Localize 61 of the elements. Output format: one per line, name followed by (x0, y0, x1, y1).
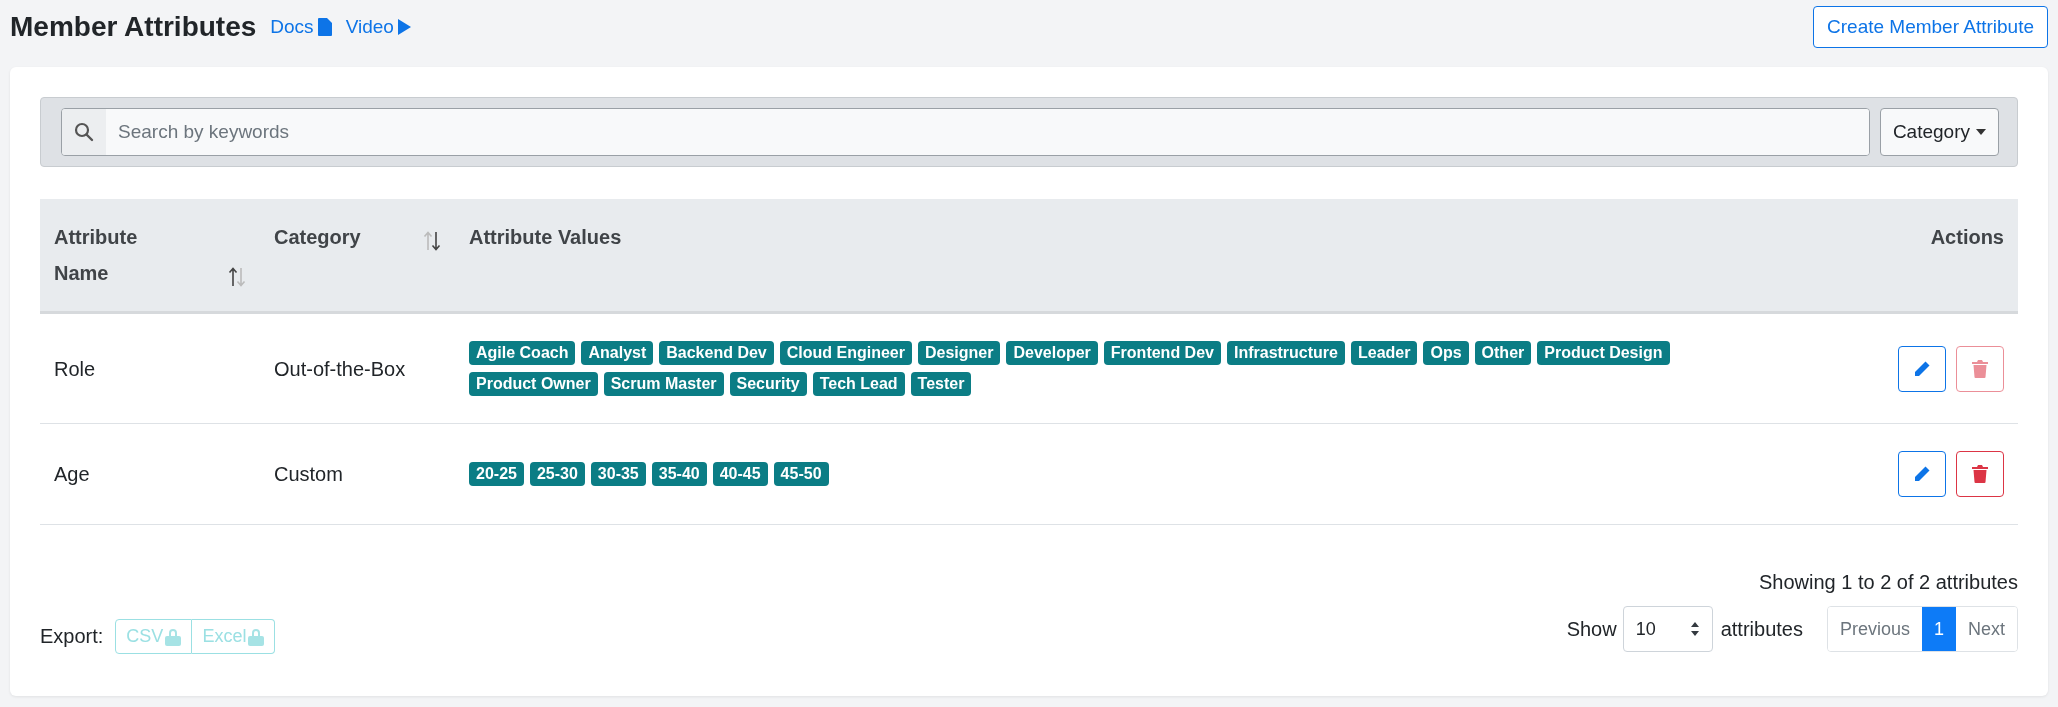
search-field[interactable]: Search by keywords (61, 108, 1870, 156)
sort-icon[interactable] (228, 267, 246, 287)
column-title: Category (274, 225, 361, 250)
value-badge: Cloud Engineer (779, 341, 912, 365)
page-size-suffix: attributes (1720, 617, 1803, 641)
value-badge: 20-25 (469, 462, 524, 486)
value-badge: Security (729, 372, 807, 396)
value-badge: Leader (1351, 341, 1418, 365)
table-cell: Role (40, 312, 260, 424)
value-badge: 25-30 (529, 462, 585, 486)
page-size-select[interactable]: 10 (1622, 606, 1713, 652)
play-icon (397, 19, 411, 35)
column-header: Attribute Values (455, 199, 1868, 313)
value-badge: Designer (918, 341, 1001, 365)
page-button[interactable]: 1 (1921, 607, 1956, 651)
trash-icon (1972, 465, 1988, 483)
value-badge: Tech Lead (812, 372, 905, 396)
value-badge: Other (1474, 341, 1532, 365)
column-header[interactable]: Category (260, 199, 455, 313)
edit-button[interactable] (1898, 451, 1946, 497)
sort-icon[interactable] (423, 231, 441, 251)
document-icon (317, 18, 332, 36)
value-badge: 40-45 (712, 462, 768, 486)
pencil-icon (1913, 465, 1931, 483)
search-icon (74, 122, 94, 142)
category-dropdown[interactable]: Category (1879, 108, 1999, 156)
value-badge: Analyst (581, 341, 654, 365)
show-label: Show (1566, 617, 1617, 641)
value-badge: Product Owner (469, 372, 598, 396)
delete-button[interactable] (1956, 451, 2004, 497)
value-badge: Ops (1423, 341, 1469, 365)
caret-icon (1976, 129, 1986, 135)
export-label: Export: (40, 625, 104, 648)
lock-icon (165, 627, 182, 646)
table-cell: Out-of-the-Box (260, 312, 455, 424)
edit-button[interactable] (1898, 345, 1946, 392)
trash-icon (1972, 359, 1988, 378)
value-badge: Developer (1006, 341, 1098, 365)
table-cell: Age (40, 423, 260, 525)
create-button[interactable]: Create Member Attribute (1813, 6, 2048, 48)
value-badge: 45-50 (773, 462, 829, 486)
updown-icon (1689, 621, 1700, 637)
link[interactable]: Docs (270, 16, 332, 38)
link[interactable]: Video (345, 16, 411, 38)
pencil-icon (1913, 359, 1931, 378)
value-badge: Scrum Master (603, 372, 724, 396)
value-badge: Product Design (1537, 341, 1670, 365)
value-badge: Tester (910, 372, 972, 396)
value-badge: Frontend Dev (1103, 341, 1221, 365)
value-badge: Infrastructure (1226, 341, 1345, 365)
value-badge: Backend Dev (659, 341, 774, 365)
column-header: Actions (1868, 199, 2018, 313)
page-title: Member Attributes (10, 11, 257, 43)
lock-icon (248, 627, 265, 646)
column-title: Attribute Name (54, 225, 139, 286)
value-badge: 30-35 (590, 462, 646, 486)
column-header[interactable]: Attribute Name (40, 199, 260, 313)
table-cell: Custom (260, 423, 455, 525)
value-badge: 35-40 (651, 462, 707, 486)
results-summary: Showing 1 to 2 of 2 attributes (1758, 571, 2018, 594)
value-badge: Agile Coach (469, 341, 576, 365)
